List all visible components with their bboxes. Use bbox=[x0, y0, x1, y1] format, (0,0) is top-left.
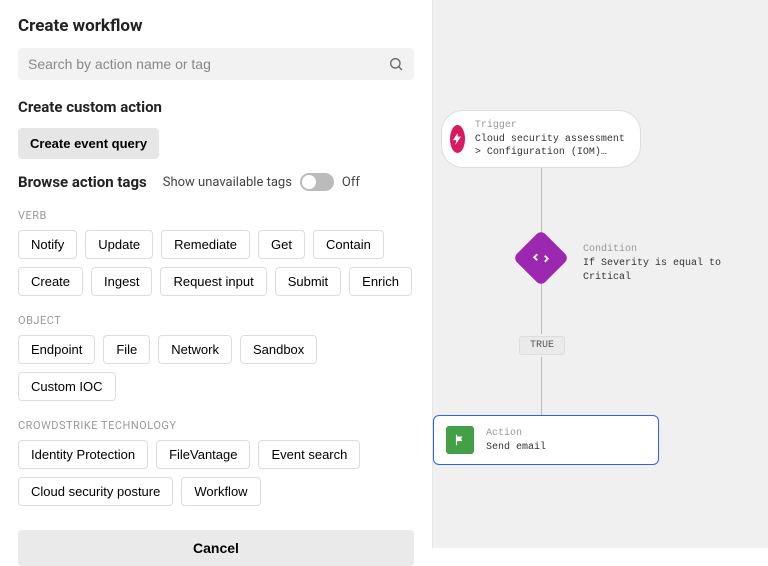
verb-tag[interactable]: Create bbox=[18, 267, 83, 296]
verb-tag[interactable]: Contain bbox=[313, 230, 384, 259]
verb-tag[interactable]: Submit bbox=[275, 267, 341, 296]
action-node[interactable]: Action Send email bbox=[433, 415, 659, 465]
object-tag[interactable]: Sandbox bbox=[240, 335, 317, 364]
connector-line bbox=[541, 357, 542, 415]
condition-label: Condition If Severity is equal to Critic… bbox=[583, 243, 768, 285]
verb-tag[interactable]: Enrich bbox=[349, 267, 412, 296]
object-tag[interactable]: Custom IOC bbox=[18, 372, 116, 401]
toggle-label: Show unavailable tags bbox=[163, 175, 292, 190]
flag-icon bbox=[446, 426, 474, 454]
tech-tag[interactable]: Identity Protection bbox=[18, 440, 148, 469]
create-event-query-button[interactable]: Create event query bbox=[18, 128, 159, 159]
tech-tag[interactable]: FileVantage bbox=[156, 440, 250, 469]
verb-tag[interactable]: Ingest bbox=[91, 267, 152, 296]
trigger-type-label: Trigger bbox=[475, 119, 628, 132]
search-field[interactable] bbox=[18, 48, 414, 80]
toggle-state: Off bbox=[342, 175, 360, 190]
verb-tag[interactable]: Request input bbox=[160, 267, 266, 296]
object-tag[interactable]: Network bbox=[158, 335, 232, 364]
verb-group-label: VERB bbox=[18, 209, 414, 222]
verb-tag[interactable]: Update bbox=[85, 230, 153, 259]
tech-tag[interactable]: Cloud security posture bbox=[18, 477, 173, 506]
condition-type-label: Condition bbox=[583, 243, 768, 257]
search-icon bbox=[388, 56, 404, 72]
branch-true-badge: TRUE bbox=[519, 336, 565, 355]
verb-tag[interactable]: Get bbox=[258, 230, 305, 259]
object-tag[interactable]: Endpoint bbox=[18, 335, 95, 364]
browse-tags-heading: Browse action tags bbox=[18, 173, 147, 191]
search-input[interactable] bbox=[28, 56, 380, 72]
page-title: Create workflow bbox=[18, 16, 414, 36]
unavailable-tags-toggle[interactable] bbox=[300, 173, 334, 191]
custom-action-heading: Create custom action bbox=[18, 98, 414, 116]
verb-tag[interactable]: Notify bbox=[18, 230, 77, 259]
object-tag[interactable]: File bbox=[103, 335, 150, 364]
object-group-label: OBJECT bbox=[18, 314, 414, 327]
tech-tag[interactable]: Event search bbox=[258, 440, 360, 469]
tech-tag[interactable]: Workflow bbox=[181, 477, 260, 506]
verb-tag[interactable]: Remediate bbox=[161, 230, 250, 259]
trigger-node[interactable]: Trigger Cloud security assessment > Conf… bbox=[441, 110, 641, 168]
condition-node[interactable] bbox=[513, 230, 570, 287]
action-type-label: Action bbox=[486, 427, 546, 440]
trigger-text: Cloud security assessment > Configuratio… bbox=[475, 133, 628, 159]
condition-text: If Severity is equal to Critical bbox=[583, 257, 768, 285]
lightning-icon bbox=[450, 125, 465, 153]
cancel-button[interactable]: Cancel bbox=[18, 530, 414, 566]
action-text: Send email bbox=[486, 441, 546, 454]
tech-group-label: CROWDSTRIKE TECHNOLOGY bbox=[18, 419, 414, 432]
